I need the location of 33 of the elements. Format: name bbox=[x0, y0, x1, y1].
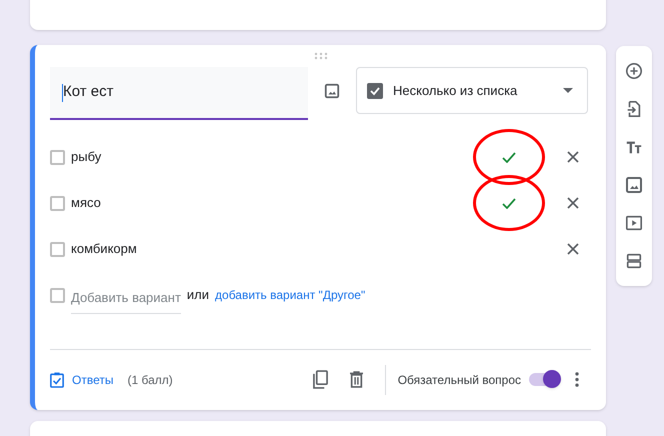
copy-icon[interactable] bbox=[312, 370, 328, 389]
answers-link[interactable]: Ответы bbox=[72, 370, 114, 388]
caret-icon bbox=[563, 88, 573, 93]
checkbox[interactable] bbox=[50, 242, 65, 256]
add-option-field[interactable]: Добавить вариант bbox=[71, 282, 181, 314]
image-icon[interactable] bbox=[625, 176, 643, 194]
image-icon[interactable] bbox=[324, 82, 340, 98]
checkmark-icon bbox=[502, 152, 516, 162]
required-label: Обязательный вопрос bbox=[398, 372, 521, 388]
add-other-link[interactable]: добавить вариант "Другое" bbox=[215, 286, 366, 304]
or-text: или bbox=[186, 286, 210, 304]
option-label: рыбу bbox=[71, 148, 102, 166]
play-icon[interactable] bbox=[625, 214, 643, 232]
close-icon[interactable] bbox=[567, 151, 579, 163]
question-type-dropdown[interactable]: Несколько из списка bbox=[356, 67, 588, 114]
trash-icon[interactable] bbox=[350, 371, 363, 388]
question-title-field[interactable]: Кот ест bbox=[50, 67, 308, 120]
drag-handle-icon[interactable] bbox=[314, 52, 328, 60]
points-text: (1 балл) bbox=[127, 372, 174, 388]
checkbox[interactable] bbox=[50, 196, 65, 210]
more-icon[interactable] bbox=[575, 372, 579, 387]
file-arrow-icon[interactable] bbox=[625, 100, 643, 118]
add-icon[interactable] bbox=[625, 62, 643, 80]
checkbox[interactable] bbox=[50, 150, 65, 164]
checkbox[interactable] bbox=[50, 288, 65, 302]
checkmark-icon bbox=[502, 198, 516, 208]
required-switch[interactable] bbox=[529, 373, 559, 386]
option-label: комбикорм bbox=[71, 240, 138, 258]
option-label: мясо bbox=[71, 194, 102, 212]
section-icon[interactable] bbox=[625, 252, 643, 270]
close-icon[interactable] bbox=[567, 197, 579, 209]
close-icon[interactable] bbox=[567, 243, 579, 255]
clipboard-check-icon[interactable] bbox=[50, 372, 64, 388]
